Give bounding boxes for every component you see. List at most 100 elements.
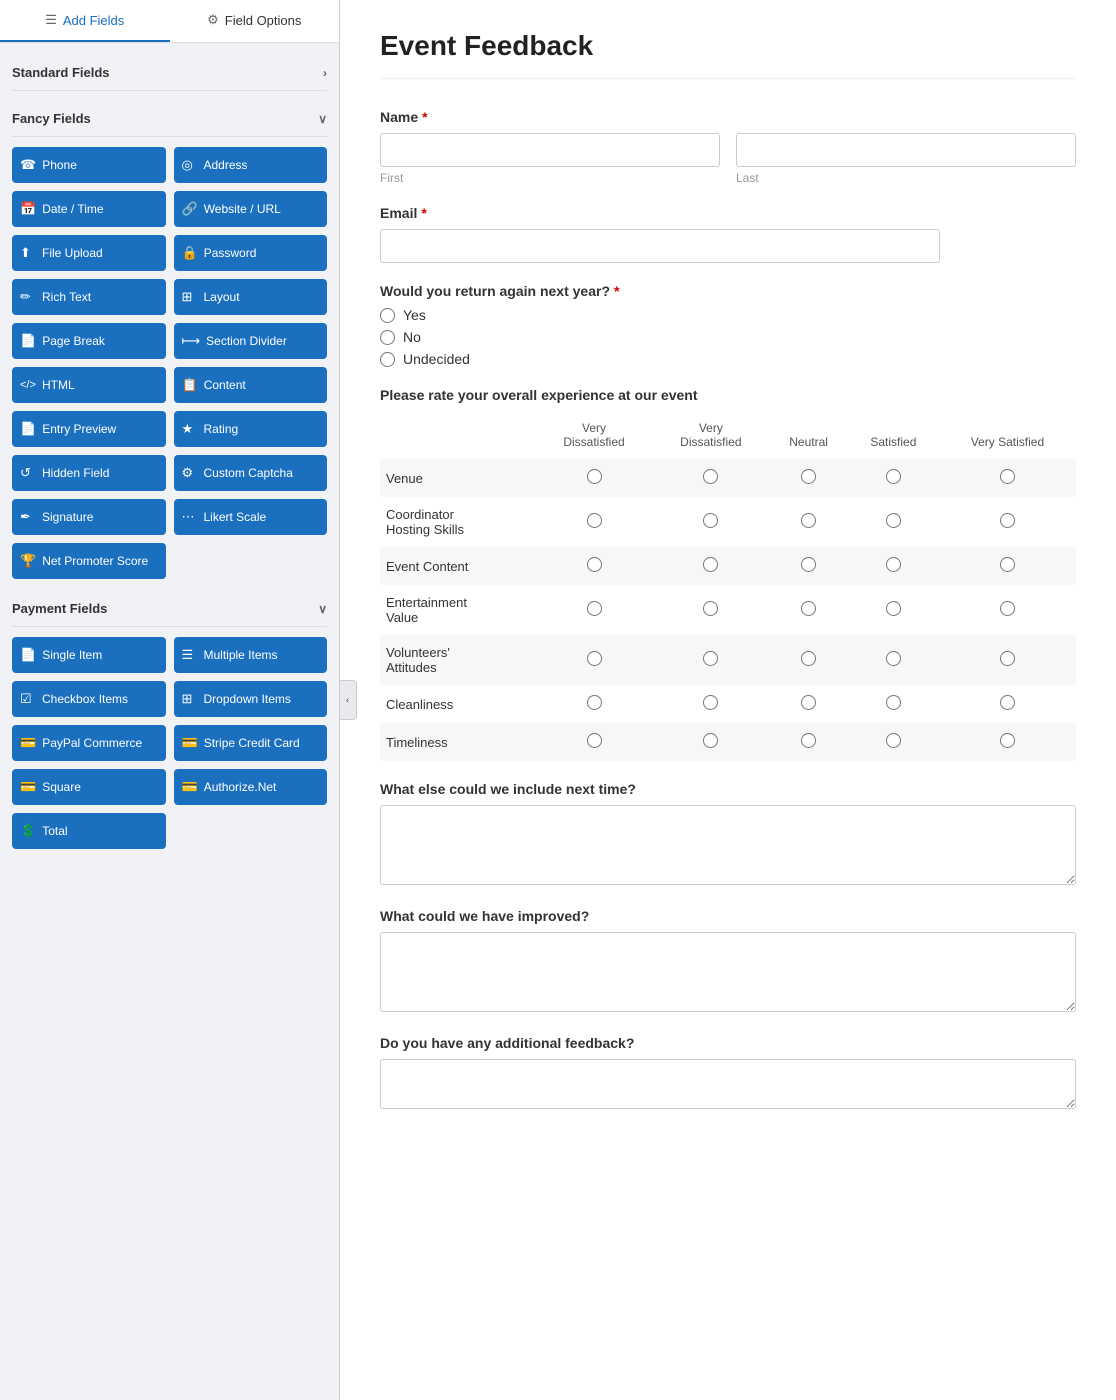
- field-btn-html[interactable]: </> HTML: [12, 367, 166, 403]
- field-btn-net-promoter-score[interactable]: 🏆 Net Promoter Score: [12, 543, 166, 579]
- field-btn-custom-captcha[interactable]: ⚙ Custom Captcha: [174, 455, 328, 491]
- rating-radio[interactable]: [703, 601, 718, 616]
- textarea1-input[interactable]: [380, 805, 1076, 885]
- rating-radio[interactable]: [1000, 733, 1015, 748]
- field-btn-hidden-field[interactable]: ↺ Hidden Field: [12, 455, 166, 491]
- rating-radio[interactable]: [587, 557, 602, 572]
- table-row: CoordinatorHosting Skills: [380, 497, 1076, 547]
- layout-label: Layout: [204, 290, 240, 304]
- fancy-fields-grid: ☎ Phone ◎ Address 📅 Date / Time 🔗 Websit…: [12, 147, 327, 579]
- rating-radio[interactable]: [886, 733, 901, 748]
- rating-radio[interactable]: [587, 733, 602, 748]
- field-btn-content[interactable]: 📋 Content: [174, 367, 328, 403]
- rating-radio[interactable]: [801, 651, 816, 666]
- rating-radio[interactable]: [587, 695, 602, 710]
- field-btn-single-item[interactable]: 📄 Single Item: [12, 637, 166, 673]
- payment-fields-header[interactable]: Payment Fields ∨: [12, 591, 327, 627]
- rating-radio[interactable]: [886, 695, 901, 710]
- field-btn-page-break[interactable]: 📄 Page Break: [12, 323, 166, 359]
- signature-icon: ✒: [20, 509, 36, 525]
- field-btn-signature[interactable]: ✒ Signature: [12, 499, 166, 535]
- phone-label: Phone: [42, 158, 77, 172]
- rating-radio[interactable]: [703, 733, 718, 748]
- rating-radio[interactable]: [703, 557, 718, 572]
- rating-radio[interactable]: [587, 651, 602, 666]
- total-label: Total: [42, 824, 67, 838]
- rating-radio[interactable]: [1000, 469, 1015, 484]
- file-upload-icon: ⬆: [20, 245, 36, 261]
- field-btn-rich-text[interactable]: ✏ Rich Text: [12, 279, 166, 315]
- rating-radio[interactable]: [801, 513, 816, 528]
- textarea2-input[interactable]: [380, 932, 1076, 1012]
- add-fields-icon: ☰: [45, 12, 57, 28]
- row-label-entertainment: EntertainmentValue: [380, 585, 536, 635]
- rating-radio[interactable]: [886, 601, 901, 616]
- rating-radio[interactable]: [886, 469, 901, 484]
- name-last-input[interactable]: [736, 133, 1076, 167]
- fancy-fields-header[interactable]: Fancy Fields ∨: [12, 101, 327, 137]
- rating-radio[interactable]: [1000, 557, 1015, 572]
- return-option-yes[interactable]: Yes: [380, 307, 1076, 323]
- standard-fields-label: Standard Fields: [12, 65, 110, 80]
- field-btn-dropdown-items[interactable]: ⊞ Dropdown Items: [174, 681, 328, 717]
- rating-radio[interactable]: [801, 695, 816, 710]
- tab-field-options[interactable]: ⚙ Field Options: [170, 0, 340, 42]
- tab-add-fields[interactable]: ☰ Add Fields: [0, 0, 170, 42]
- website-label: Website / URL: [204, 202, 281, 216]
- field-btn-authorize-net[interactable]: 💳 Authorize.Net: [174, 769, 328, 805]
- field-btn-stripe-credit-card[interactable]: 💳 Stripe Credit Card: [174, 725, 328, 761]
- rating-radio[interactable]: [1000, 695, 1015, 710]
- rating-radio[interactable]: [886, 557, 901, 572]
- rating-radio[interactable]: [1000, 601, 1015, 616]
- return-radio-undecided[interactable]: [380, 352, 395, 367]
- field-btn-likert-scale[interactable]: ⋯ Likert Scale: [174, 499, 328, 535]
- field-btn-paypal-commerce[interactable]: 💳 PayPal Commerce: [12, 725, 166, 761]
- rating-radio[interactable]: [703, 695, 718, 710]
- standard-fields-header[interactable]: Standard Fields ›: [12, 55, 327, 91]
- field-btn-total[interactable]: 💲 Total: [12, 813, 166, 849]
- table-row: Timeliness: [380, 723, 1076, 761]
- email-input[interactable]: [380, 229, 940, 263]
- field-btn-multiple-items[interactable]: ☰ Multiple Items: [174, 637, 328, 673]
- return-question-group: Would you return again next year? * Yes …: [380, 283, 1076, 367]
- rating-radio[interactable]: [1000, 651, 1015, 666]
- collapse-handle[interactable]: ‹: [340, 680, 357, 720]
- checkbox-items-icon: ☑: [20, 691, 36, 707]
- field-btn-layout[interactable]: ⊞ Layout: [174, 279, 328, 315]
- rating-radio[interactable]: [801, 601, 816, 616]
- field-btn-square[interactable]: 💳 Square: [12, 769, 166, 805]
- textarea3-input[interactable]: [380, 1059, 1076, 1109]
- rating-radio[interactable]: [886, 651, 901, 666]
- field-btn-password[interactable]: 🔒 Password: [174, 235, 328, 271]
- return-radio-no[interactable]: [380, 330, 395, 345]
- rating-radio[interactable]: [801, 469, 816, 484]
- rating-radio[interactable]: [801, 733, 816, 748]
- field-btn-file-upload[interactable]: ⬆ File Upload: [12, 235, 166, 271]
- rating-radio[interactable]: [886, 513, 901, 528]
- name-first-col: First: [380, 133, 720, 185]
- left-panel: ☰ Add Fields ⚙ Field Options Standard Fi…: [0, 0, 340, 1400]
- square-icon: 💳: [20, 779, 36, 795]
- return-radio-yes[interactable]: [380, 308, 395, 323]
- rating-radio[interactable]: [1000, 513, 1015, 528]
- field-btn-rating[interactable]: ★ Rating: [174, 411, 328, 447]
- return-option-undecided[interactable]: Undecided: [380, 351, 1076, 367]
- name-row: First Last: [380, 133, 1076, 185]
- rating-radio[interactable]: [587, 513, 602, 528]
- rating-radio[interactable]: [587, 601, 602, 616]
- rating-radio[interactable]: [587, 469, 602, 484]
- field-btn-website[interactable]: 🔗 Website / URL: [174, 191, 328, 227]
- rating-radio[interactable]: [801, 557, 816, 572]
- field-btn-datetime[interactable]: 📅 Date / Time: [12, 191, 166, 227]
- panel-body: Standard Fields › Fancy Fields ∨ ☎ Phone…: [0, 43, 339, 1400]
- rating-radio[interactable]: [703, 513, 718, 528]
- field-btn-address[interactable]: ◎ Address: [174, 147, 328, 183]
- field-btn-section-divider[interactable]: ⟼ Section Divider: [174, 323, 328, 359]
- field-btn-entry-preview[interactable]: 📄 Entry Preview: [12, 411, 166, 447]
- field-btn-phone[interactable]: ☎ Phone: [12, 147, 166, 183]
- rating-radio[interactable]: [703, 469, 718, 484]
- rating-radio[interactable]: [703, 651, 718, 666]
- return-option-no[interactable]: No: [380, 329, 1076, 345]
- name-first-input[interactable]: [380, 133, 720, 167]
- field-btn-checkbox-items[interactable]: ☑ Checkbox Items: [12, 681, 166, 717]
